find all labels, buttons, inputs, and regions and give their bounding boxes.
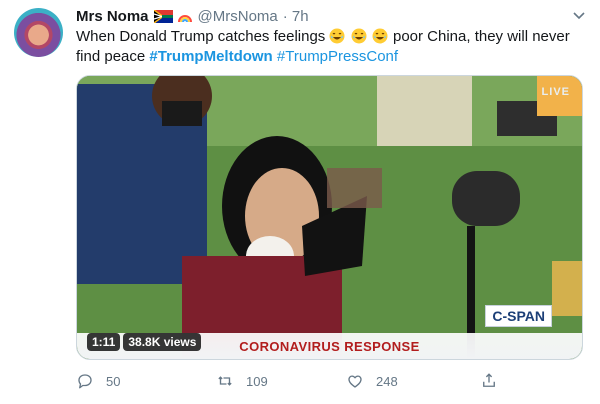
laughing-emoji-icon: [329, 28, 345, 44]
tweet-header: Mrs Noma @MrsNoma · 7h: [76, 5, 309, 27]
tweet-actions: 50 109 248: [76, 372, 506, 392]
laughing-emoji-icon: [372, 28, 388, 44]
hashtag-trumpmeltdown[interactable]: #TrumpMeltdown: [149, 48, 272, 65]
rainbow-icon: [177, 15, 192, 23]
video-info-badges: 1:11 38.8K views: [87, 333, 202, 351]
retweet-icon[interactable]: [216, 372, 234, 390]
chevron-down-icon[interactable]: [572, 9, 586, 23]
reply-action[interactable]: 50: [76, 372, 120, 390]
network-watermark: C-SPAN: [485, 305, 552, 327]
reply-count: 50: [106, 373, 121, 389]
reply-icon[interactable]: [76, 372, 94, 390]
like-count: 248: [376, 373, 398, 389]
laughing-emoji-icon: [351, 28, 367, 44]
like-action[interactable]: 248: [346, 372, 398, 390]
tweet-card[interactable]: Mrs Noma @MrsNoma · 7h When Donald Trump…: [0, 0, 600, 404]
video-duration: 1:11: [87, 333, 121, 351]
tweet-text-part1: When Donald Trump catches feelings: [76, 28, 330, 45]
hashtag-trumppressconf[interactable]: #TrumpPressConf: [277, 48, 398, 65]
heart-icon[interactable]: [346, 372, 364, 390]
live-label: LIVE: [541, 86, 570, 98]
lower-third-text: CORONAVIRUS RESPONSE: [239, 338, 420, 354]
share-icon[interactable]: [480, 372, 498, 390]
handle[interactable]: @MrsNoma: [198, 8, 278, 25]
video-views: 38.8K views: [123, 333, 202, 351]
video-player[interactable]: LIVE C-SPAN CORONAVIRUS RESPONSE 1:11 38…: [76, 75, 583, 360]
timestamp[interactable]: · 7h: [283, 8, 309, 25]
tweet-text: When Donald Trump catches feelings poor …: [76, 27, 581, 67]
share-action[interactable]: [480, 372, 498, 390]
retweet-action[interactable]: 109: [216, 372, 268, 390]
south-africa-flag-icon: [153, 9, 173, 23]
display-name[interactable]: Mrs Noma: [76, 8, 149, 25]
avatar[interactable]: [14, 8, 63, 57]
retweet-count: 109: [246, 373, 268, 389]
